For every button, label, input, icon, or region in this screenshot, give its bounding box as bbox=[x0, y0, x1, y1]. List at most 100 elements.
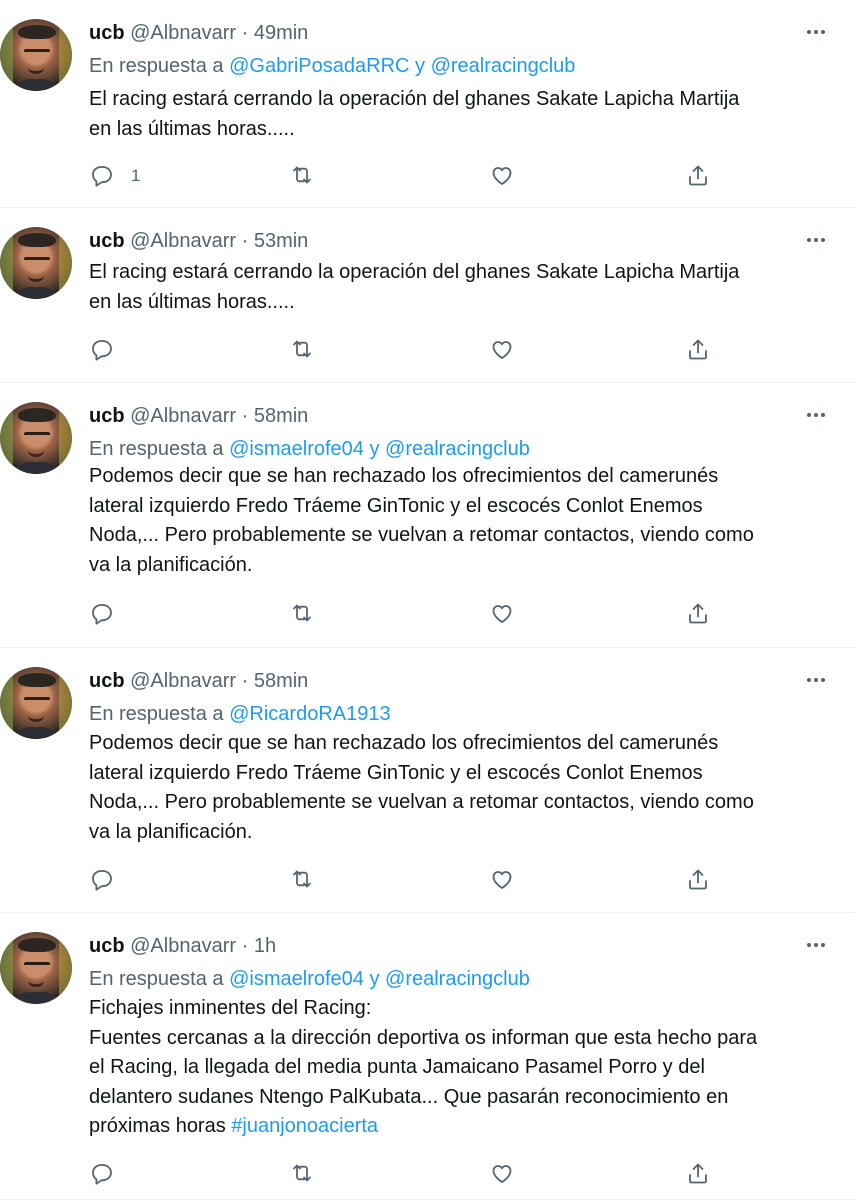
reply-prefix: En respuesta a bbox=[89, 55, 224, 77]
action-bar: 1 bbox=[89, 162, 729, 190]
separator-dot: · bbox=[241, 405, 249, 427]
tweet-header: ucb @Albnavarr · 1h bbox=[89, 932, 276, 960]
reply-mention-link[interactable]: @realracingclub bbox=[431, 55, 576, 77]
like-button[interactable] bbox=[489, 336, 515, 364]
reply-joiner: y bbox=[415, 55, 426, 77]
reply-prefix: En respuesta a bbox=[89, 703, 224, 725]
tweet-time[interactable]: 49min bbox=[254, 22, 308, 44]
tweet-header: ucb @Albnavarr · 58min bbox=[89, 667, 308, 695]
tweet-text: Podemos decir que se han rechazado los o… bbox=[89, 729, 839, 847]
author-name[interactable]: ucb bbox=[89, 22, 125, 44]
tweet-time[interactable]: 1h bbox=[254, 935, 276, 957]
retweet-button[interactable] bbox=[289, 600, 315, 628]
reply-icon bbox=[89, 163, 115, 189]
reply-icon bbox=[89, 1161, 115, 1187]
reply-mention-link[interactable]: @RicardoRA1913 bbox=[229, 703, 391, 725]
retweet-icon bbox=[289, 601, 315, 627]
reply-joiner: y bbox=[369, 968, 380, 990]
action-bar bbox=[89, 1160, 729, 1188]
tweet-time[interactable]: 53min bbox=[254, 230, 308, 252]
author-name[interactable]: ucb bbox=[89, 230, 125, 252]
tweet-time[interactable]: 58min bbox=[254, 405, 308, 427]
hashtag-link[interactable]: #juanjonoacierta bbox=[231, 1115, 378, 1137]
tweet-body: Podemos decir que se han rechazado los o… bbox=[89, 465, 754, 576]
reply-context: En respuesta a @ismaelrofe04 y @realraci… bbox=[89, 965, 530, 993]
reply-mention-link[interactable]: @ismaelrofe04 bbox=[229, 968, 364, 990]
action-bar bbox=[89, 600, 729, 628]
reply-icon bbox=[89, 601, 115, 627]
retweet-button[interactable] bbox=[289, 866, 315, 894]
reply-button[interactable] bbox=[89, 1160, 115, 1188]
share-button[interactable] bbox=[685, 866, 711, 894]
share-icon bbox=[685, 867, 711, 893]
tweet[interactable]: ucb @Albnavarr · 53min El racing estará c… bbox=[0, 208, 856, 383]
avatar[interactable] bbox=[0, 932, 72, 1004]
tweet[interactable]: ucb @Albnavarr · 1h En respuesta a @ismae… bbox=[0, 913, 856, 1200]
avatar[interactable] bbox=[0, 227, 72, 299]
tweet[interactable]: ucb @Albnavarr · 58min En respuesta a @is… bbox=[0, 383, 856, 648]
share-icon bbox=[685, 163, 711, 189]
avatar[interactable] bbox=[0, 667, 72, 739]
more-horizontal-icon[interactable] bbox=[804, 668, 828, 692]
author-name[interactable]: ucb bbox=[89, 670, 125, 692]
reply-mention-link[interactable]: @GabriPosadaRRC bbox=[229, 55, 409, 77]
author-handle[interactable]: @Albnavarr bbox=[130, 230, 236, 252]
author-handle[interactable]: @Albnavarr bbox=[130, 670, 236, 692]
like-button[interactable] bbox=[489, 600, 515, 628]
share-button[interactable] bbox=[685, 336, 711, 364]
reply-button[interactable] bbox=[89, 866, 115, 894]
reply-icon bbox=[89, 867, 115, 893]
tweet-text: Podemos decir que se han rechazado los o… bbox=[89, 462, 839, 580]
retweet-button[interactable] bbox=[289, 336, 315, 364]
reply-mention-link[interactable]: @realracingclub bbox=[385, 968, 530, 990]
tweet-header: ucb @Albnavarr · 53min bbox=[89, 227, 308, 255]
share-button[interactable] bbox=[685, 162, 711, 190]
reply-button[interactable] bbox=[89, 336, 115, 364]
tweet-body: Podemos decir que se han rechazado los o… bbox=[89, 732, 754, 843]
author-handle[interactable]: @Albnavarr bbox=[130, 22, 236, 44]
tweet-body: El racing estará cerrando la operación d… bbox=[89, 88, 740, 140]
like-button[interactable] bbox=[489, 162, 515, 190]
avatar[interactable] bbox=[0, 19, 72, 91]
retweet-icon bbox=[289, 867, 315, 893]
separator-dot: · bbox=[241, 935, 249, 957]
tweet[interactable]: ucb @Albnavarr · 58min En respuesta a @Ri… bbox=[0, 648, 856, 913]
share-button[interactable] bbox=[685, 600, 711, 628]
author-name[interactable]: ucb bbox=[89, 935, 125, 957]
author-handle[interactable]: @Albnavarr bbox=[130, 405, 236, 427]
reply-mention-link[interactable]: @realracingclub bbox=[385, 438, 530, 460]
share-icon bbox=[685, 1161, 711, 1187]
author-handle[interactable]: @Albnavarr bbox=[130, 935, 236, 957]
like-icon bbox=[489, 867, 515, 893]
avatar[interactable] bbox=[0, 402, 72, 474]
reply-button[interactable]: 1 bbox=[89, 162, 140, 190]
separator-dot: · bbox=[241, 670, 249, 692]
more-horizontal-icon[interactable] bbox=[804, 933, 828, 957]
share-button[interactable] bbox=[685, 1160, 711, 1188]
separator-dot: · bbox=[241, 230, 249, 252]
tweet[interactable]: ucb @Albnavarr · 49min En respuesta a @Ga… bbox=[0, 0, 856, 208]
like-button[interactable] bbox=[489, 1160, 515, 1188]
retweet-button[interactable] bbox=[289, 1160, 315, 1188]
author-name[interactable]: ucb bbox=[89, 405, 125, 427]
like-icon bbox=[489, 163, 515, 189]
reply-button[interactable] bbox=[89, 600, 115, 628]
reply-mention-link[interactable]: @ismaelrofe04 bbox=[229, 438, 364, 460]
more-horizontal-icon[interactable] bbox=[804, 403, 828, 427]
retweet-icon bbox=[289, 1161, 315, 1187]
like-button[interactable] bbox=[489, 866, 515, 894]
more-horizontal-icon[interactable] bbox=[804, 20, 828, 44]
retweet-button[interactable] bbox=[289, 162, 315, 190]
tweet-time[interactable]: 58min bbox=[254, 670, 308, 692]
like-icon bbox=[489, 337, 515, 363]
reply-icon bbox=[89, 337, 115, 363]
tweet-body: Fichajes inminentes del Racing: Fuentes … bbox=[89, 997, 758, 1137]
like-icon bbox=[489, 1161, 515, 1187]
reply-context: En respuesta a @GabriPosadaRRC y @realra… bbox=[89, 52, 575, 80]
reply-prefix: En respuesta a bbox=[89, 968, 224, 990]
reply-context: En respuesta a @RicardoRA1913 bbox=[89, 700, 391, 728]
reply-prefix: En respuesta a bbox=[89, 438, 224, 460]
more-horizontal-icon[interactable] bbox=[804, 228, 828, 252]
action-bar bbox=[89, 336, 729, 364]
tweet-header: ucb @Albnavarr · 58min bbox=[89, 402, 308, 430]
